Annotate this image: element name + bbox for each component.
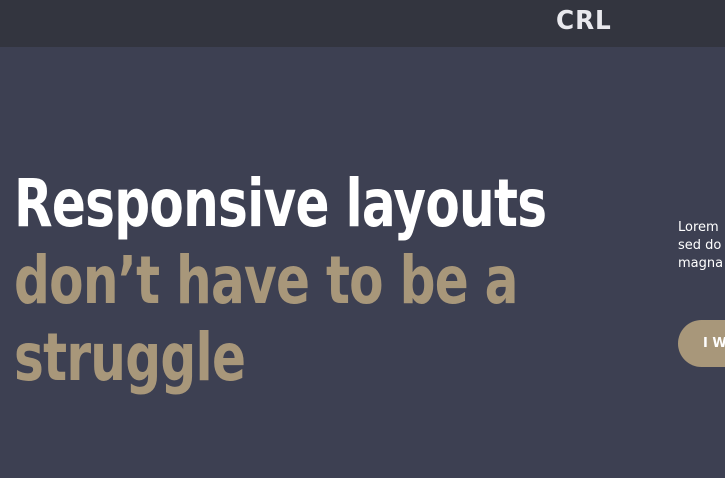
hero-paragraph: Lorem sed do magna	[678, 219, 725, 273]
site-logo[interactable]: CRL	[556, 4, 612, 38]
cta-button[interactable]: I WA	[678, 320, 725, 367]
hero-headline: Responsive layouts don’t have to be a st…	[14, 165, 547, 396]
headline-line-3: struggle	[14, 319, 246, 396]
headline-line-1: Responsive layouts	[14, 165, 547, 242]
top-navigation-bar: CRL	[0, 0, 725, 47]
headline-line-2: don’t have to be a	[14, 242, 519, 319]
paragraph-line-2: sed do	[678, 238, 722, 253]
paragraph-line-3: magna	[678, 256, 724, 271]
paragraph-line-1: Lorem	[678, 220, 719, 235]
